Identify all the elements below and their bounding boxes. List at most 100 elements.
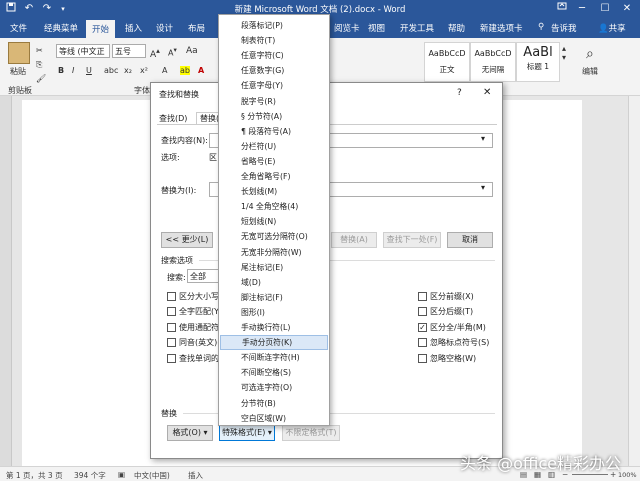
share-label: 共享 [608,24,626,34]
copy-icon[interactable]: ⎘ [36,60,42,70]
subscript-icon[interactable]: x₂ [124,66,132,75]
language[interactable]: 中文(中国) [134,470,170,481]
menu-item[interactable]: 尾注标记(E) [220,260,328,275]
menu-item[interactable]: 分节符(B) [220,396,328,411]
italic-icon[interactable]: I [72,66,74,75]
strikethrough-icon[interactable]: abc [104,66,118,75]
tell-me-box[interactable]: 告诉我 [551,22,577,34]
menu-item[interactable]: 空白区域(W) [220,411,328,426]
menu-item[interactable]: 任意字符(C) [220,48,328,63]
font-color-icon[interactable]: A [198,66,204,75]
menu-item[interactable]: 分栏符(U) [220,139,328,154]
vertical-scrollbar[interactable] [628,96,640,466]
menu-item[interactable]: 不间断连字符(H) [220,350,328,365]
format-button[interactable]: 格式(O) ▾ [167,425,213,441]
menu-item[interactable]: 可选连字符(O) [220,380,328,395]
wildcards-checkbox[interactable] [167,323,176,332]
page-count[interactable]: 第 1 页，共 3 页 [6,470,63,481]
find-next-button[interactable]: 查找下一处(F) [383,232,441,248]
menu-item[interactable]: 制表符(T) [220,33,328,48]
menu-item[interactable]: 脚注标记(F) [220,290,328,305]
font-size-combo[interactable]: 五号 [112,44,146,58]
whole-word-checkbox[interactable] [167,307,176,316]
paste-icon[interactable] [8,42,30,64]
menu-item[interactable]: § 分节符(A) [220,109,328,124]
tab-home[interactable]: 开始 [86,20,116,38]
menu-item[interactable]: 无宽非分隔符(W) [220,245,328,260]
ignore-punct-checkbox[interactable] [418,338,427,347]
highlight-icon[interactable]: ab [180,66,190,75]
dialog-close-button[interactable]: ✕ [483,87,491,98]
superscript-icon[interactable]: x² [140,66,148,75]
menu-item[interactable]: 短划线(N) [220,214,328,229]
underline-icon[interactable]: U [86,66,92,75]
maximize-button[interactable]: ☐ [598,2,612,16]
find-icon[interactable]: ⌕ [586,46,594,62]
format-painter-icon[interactable]: 🖌 [36,74,46,83]
dialog-title: 查找和替换 [159,90,199,99]
special-button[interactable]: 特殊格式(E) ▾ [219,425,275,441]
menu-item[interactable]: 图形(I) [220,305,328,320]
tab-insert[interactable]: 插入 [125,22,142,34]
style-normal[interactable]: AaBbCcD 正文 [424,42,470,82]
word-forms-checkbox[interactable] [167,354,176,363]
style-heading1[interactable]: AaBl 标题 1 [516,42,560,82]
insert-mode[interactable]: 插入 [188,470,203,481]
minimize-button[interactable]: ─ [575,2,589,16]
font-name-combo[interactable]: 等线 (中文正 [56,44,110,58]
menu-item[interactable]: 1/4 全角空格(4) [220,199,328,214]
menu-item[interactable]: 省略号(E) [220,154,328,169]
tab-layout[interactable]: 布局 [188,22,205,34]
styles-scroll-icon[interactable]: ▴ ▾ [562,44,566,62]
dialog-help-button[interactable]: ? [457,88,462,98]
menu-item[interactable]: 手动换行符(L) [220,320,328,335]
menu-item[interactable]: 无宽可选分隔符(O) [220,229,328,244]
tab-view[interactable]: 视图 [368,22,385,34]
cut-icon[interactable]: ✂ [36,46,43,55]
ribbon-display-icon[interactable] [555,1,569,15]
change-case-icon[interactable]: Aa [186,46,198,56]
cancel-button[interactable]: 取消 [447,232,493,248]
tab-new[interactable]: 新建选项卡 [480,22,523,34]
menu-item[interactable]: 全角省略号(F) [220,169,328,184]
menu-item[interactable]: ¶ 段落符号(A) [220,124,328,139]
shrink-font-icon[interactable]: A▾ [168,46,177,58]
grow-font-icon[interactable]: A▴ [150,46,160,60]
menu-item[interactable]: 脱字号(R) [220,94,328,109]
match-prefix-checkbox[interactable] [418,292,427,301]
menu-item[interactable]: 段落标记(P) [220,18,328,33]
menu-item[interactable]: 手动分页符(K) [220,335,328,351]
menu-item[interactable]: 长划线(M) [220,184,328,199]
close-button[interactable]: ✕ [620,2,634,16]
editing-label[interactable]: 编辑 [582,66,598,77]
menu-item[interactable]: 不间断空格(S) [220,365,328,380]
tab-help[interactable]: 帮助 [448,22,465,34]
menu-item[interactable]: 任意字母(Y) [220,78,328,93]
find-dropdown-icon[interactable]: ▾ [481,134,485,143]
tab-design[interactable]: 设计 [156,22,173,34]
tab-classic-menu[interactable]: 经典菜单 [44,22,78,34]
tab-file[interactable]: 文件 [10,22,27,34]
zoom-slider[interactable] [572,474,608,475]
replace-dropdown-icon[interactable]: ▾ [481,183,485,192]
match-case-checkbox[interactable] [167,292,176,301]
share-button[interactable]: 👤共享 [598,22,626,34]
match-suffix-checkbox[interactable] [418,307,427,316]
less-button[interactable]: << 更少(L) [161,232,213,248]
text-effects-icon[interactable]: A [162,66,167,75]
tab-find[interactable]: 查找(D) [159,113,187,124]
search-direction-select[interactable]: 全部 [187,269,221,283]
no-formatting-button[interactable]: 不限定格式(T) [282,425,340,441]
menu-item[interactable]: 域(D) [220,275,328,290]
width-checkbox[interactable]: ✓ [418,323,427,332]
menu-item[interactable]: 任意数字(G) [220,63,328,78]
tab-review[interactable]: 阅览卡 [334,22,360,34]
proofing-icon[interactable]: ▣ [118,470,125,479]
sounds-like-checkbox[interactable] [167,338,176,347]
tab-developer[interactable]: 开发工具 [400,22,434,34]
ignore-space-checkbox[interactable] [418,354,427,363]
style-no-spacing[interactable]: AaBbCcD 无间隔 [470,42,516,82]
replace-all-button[interactable]: 替换(A) [331,232,377,248]
word-count[interactable]: 394 个字 [74,470,106,481]
bold-icon[interactable]: B [58,66,64,75]
